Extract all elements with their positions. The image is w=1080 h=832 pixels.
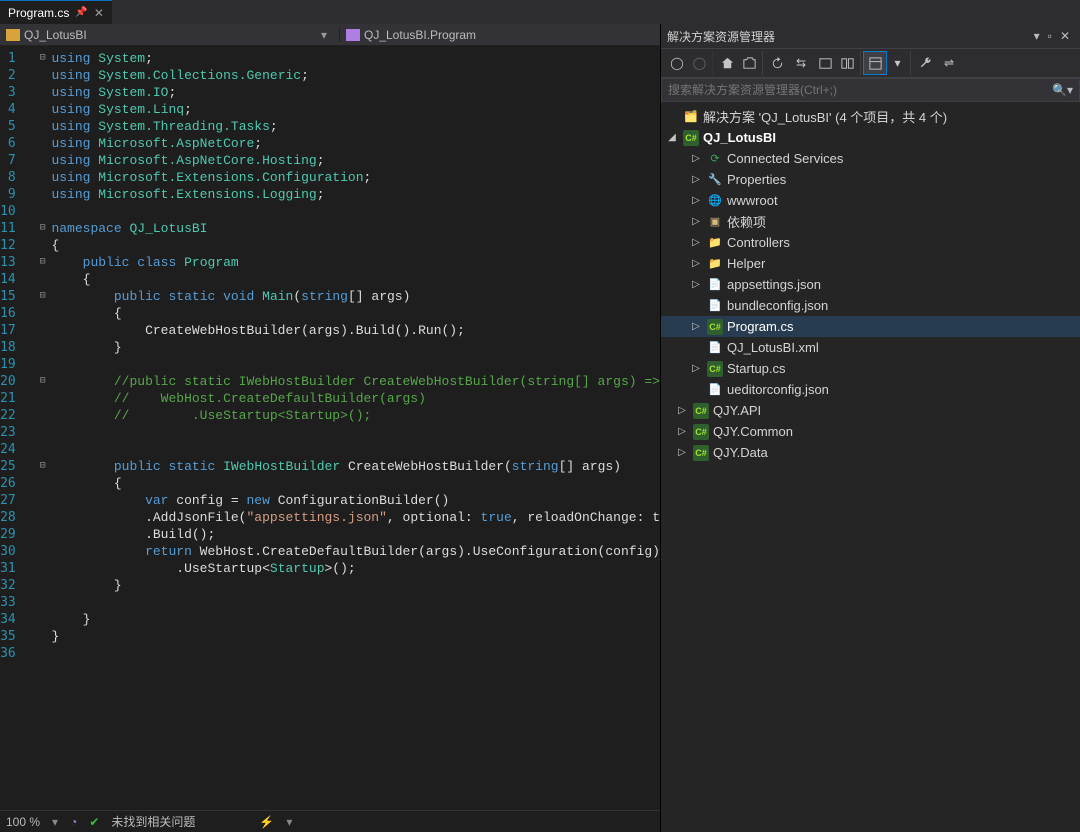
chevron-down-icon[interactable]: ▾ xyxy=(315,28,333,42)
bolt-icon[interactable]: ⚡ xyxy=(259,815,274,829)
editor-status-bar: 100 % ▾ ◔ ✔ 未找到相关问题 ⚡ ▾ xyxy=(0,810,660,832)
health-icon[interactable]: ◔ xyxy=(70,815,77,829)
project-node[interactable]: ◢C#QJ_LotusBI xyxy=(661,127,1080,148)
tree-item-label: bundleconfig.json xyxy=(727,298,828,313)
expand-icon[interactable]: ▷ xyxy=(675,405,689,416)
collapse-icon[interactable] xyxy=(813,51,837,75)
expand-icon[interactable]: ▷ xyxy=(689,363,703,374)
solution-tree[interactable]: ▷🗂️解决方案 'QJ_LotusBI' (4 个项目，共 4 个)◢C#QJ_… xyxy=(661,102,1080,832)
home-icon[interactable] xyxy=(715,51,739,75)
expand-icon[interactable]: ▷ xyxy=(689,216,703,227)
properties-icon[interactable] xyxy=(863,51,887,75)
solution-root[interactable]: ▷🗂️解决方案 'QJ_LotusBI' (4 个项目，共 4 个) xyxy=(661,106,1080,127)
tree-item-label: Properties xyxy=(727,172,786,187)
panel-toolbar: ◯ ◯ ⇆ ▾ ⇌ xyxy=(661,48,1080,78)
project-item[interactable]: ▷📄bundleconfig.json xyxy=(661,295,1080,316)
tree-item-label: Program.cs xyxy=(727,319,793,334)
tree-item-label: QJY.Data xyxy=(713,445,768,460)
tree-item-label: 依赖项 xyxy=(727,212,766,231)
project-item[interactable]: ▷C#Startup.cs xyxy=(661,358,1080,379)
class-icon xyxy=(346,29,360,41)
preview-icon[interactable]: ▾ xyxy=(887,51,911,75)
project-item[interactable]: ▷🌐wwwroot xyxy=(661,190,1080,211)
zoom-level[interactable]: 100 % xyxy=(6,815,40,829)
project-node[interactable]: ▷C#QJY.Data xyxy=(661,442,1080,463)
search-input[interactable] xyxy=(668,83,1052,97)
solution-list-icon[interactable] xyxy=(739,51,763,75)
project-item[interactable]: ▷📄appsettings.json xyxy=(661,274,1080,295)
expand-icon[interactable]: ◢ xyxy=(665,132,679,143)
tree-item-label: Helper xyxy=(727,256,765,271)
search-icon[interactable]: 🔍▾ xyxy=(1052,83,1073,97)
tree-item-label: ueditorconfig.json xyxy=(727,382,829,397)
tree-item-label: QJY.Common xyxy=(713,424,793,439)
tree-item-label: appsettings.json xyxy=(727,277,821,292)
fold-gutter[interactable]: ⊟⊟⊟⊟⊟⊟ xyxy=(38,46,48,810)
chevron-down-icon[interactable]: ▾ xyxy=(52,815,58,829)
breadcrumb-project[interactable]: QJ_LotusBI ▾ xyxy=(0,28,340,42)
csharp-project-icon xyxy=(6,29,20,41)
expand-icon[interactable]: ▷ xyxy=(689,174,703,185)
show-all-icon[interactable] xyxy=(837,51,861,75)
breadcrumb-bar: QJ_LotusBI ▾ QJ_LotusBI.Program xyxy=(0,24,660,46)
project-item[interactable]: ▷📄QJ_LotusBI.xml xyxy=(661,337,1080,358)
tree-item-label: QJ_LotusBI.xml xyxy=(727,340,819,355)
code-area[interactable]: using System;using System.Collections.Ge… xyxy=(47,46,660,810)
project-item[interactable]: ▷⟳Connected Services xyxy=(661,148,1080,169)
project-item[interactable]: ▷🔧Properties xyxy=(661,169,1080,190)
project-item[interactable]: ▷📁Controllers xyxy=(661,232,1080,253)
tree-item-label: Connected Services xyxy=(727,151,843,166)
panel-title: 解决方案资源管理器 xyxy=(667,28,1030,45)
expand-icon[interactable]: ▷ xyxy=(675,447,689,458)
breadcrumb-project-label: QJ_LotusBI xyxy=(24,28,87,42)
project-item[interactable]: ▷📁Helper xyxy=(661,253,1080,274)
editor-column: QJ_LotusBI ▾ QJ_LotusBI.Program 12345678… xyxy=(0,24,660,832)
close-icon[interactable]: ✕ xyxy=(1056,29,1074,43)
window-position-icon[interactable]: ▫ xyxy=(1044,29,1056,43)
panel-header: 解决方案资源管理器 ▾ ▫ ✕ xyxy=(661,24,1080,48)
project-node[interactable]: ▷C#QJY.Common xyxy=(661,421,1080,442)
expand-icon[interactable]: ▷ xyxy=(689,258,703,269)
tree-item-label: QJY.API xyxy=(713,403,761,418)
file-tab[interactable]: Program.cs 📌 ✕ xyxy=(0,0,112,24)
breadcrumb-class-label: QJ_LotusBI.Program xyxy=(364,28,476,42)
back-icon[interactable]: ◯ xyxy=(665,51,689,75)
tree-item-label: wwwroot xyxy=(727,193,778,208)
dropdown-icon[interactable]: ▾ xyxy=(1030,29,1044,43)
expand-icon[interactable]: ▷ xyxy=(689,195,703,206)
issues-text[interactable]: 未找到相关问题 xyxy=(111,813,195,830)
sync-icon[interactable]: ⇆ xyxy=(789,51,813,75)
line-number-gutter: 1234567891011121314151617181920212223242… xyxy=(0,46,38,810)
project-item[interactable]: ▷📄ueditorconfig.json xyxy=(661,379,1080,400)
filter-icon[interactable]: ⇌ xyxy=(937,51,961,75)
expand-icon[interactable]: ▷ xyxy=(675,426,689,437)
chevron-down-icon[interactable]: ▾ xyxy=(286,815,292,829)
project-item[interactable]: ▷▣依赖项 xyxy=(661,211,1080,232)
expand-icon[interactable]: ▷ xyxy=(689,237,703,248)
close-icon[interactable]: ✕ xyxy=(94,6,104,20)
project-node[interactable]: ▷C#QJY.API xyxy=(661,400,1080,421)
check-icon: ✔ xyxy=(89,815,99,829)
forward-icon[interactable]: ◯ xyxy=(689,51,713,75)
expand-icon[interactable]: ▷ xyxy=(689,321,703,332)
expand-icon[interactable]: ▷ xyxy=(689,279,703,290)
wrench-icon[interactable] xyxy=(913,51,937,75)
code-editor[interactable]: 1234567891011121314151617181920212223242… xyxy=(0,46,660,810)
tree-item-label: QJ_LotusBI xyxy=(703,130,776,145)
pin-icon[interactable]: 📌 xyxy=(75,7,87,18)
tree-item-label: Startup.cs xyxy=(727,361,786,376)
refresh-icon[interactable] xyxy=(765,51,789,75)
editor-tabbar: Program.cs 📌 ✕ xyxy=(0,0,1080,24)
solution-search[interactable]: 🔍▾ xyxy=(661,78,1080,102)
tree-item-label: 解决方案 'QJ_LotusBI' (4 个项目，共 4 个) xyxy=(703,107,947,126)
breadcrumb-class[interactable]: QJ_LotusBI.Program xyxy=(340,28,482,42)
project-item[interactable]: ▷C#Program.cs xyxy=(661,316,1080,337)
solution-explorer-panel: 解决方案资源管理器 ▾ ▫ ✕ ◯ ◯ ⇆ xyxy=(660,24,1080,832)
tab-filename: Program.cs xyxy=(8,6,69,20)
tree-item-label: Controllers xyxy=(727,235,790,250)
expand-icon[interactable]: ▷ xyxy=(689,153,703,164)
